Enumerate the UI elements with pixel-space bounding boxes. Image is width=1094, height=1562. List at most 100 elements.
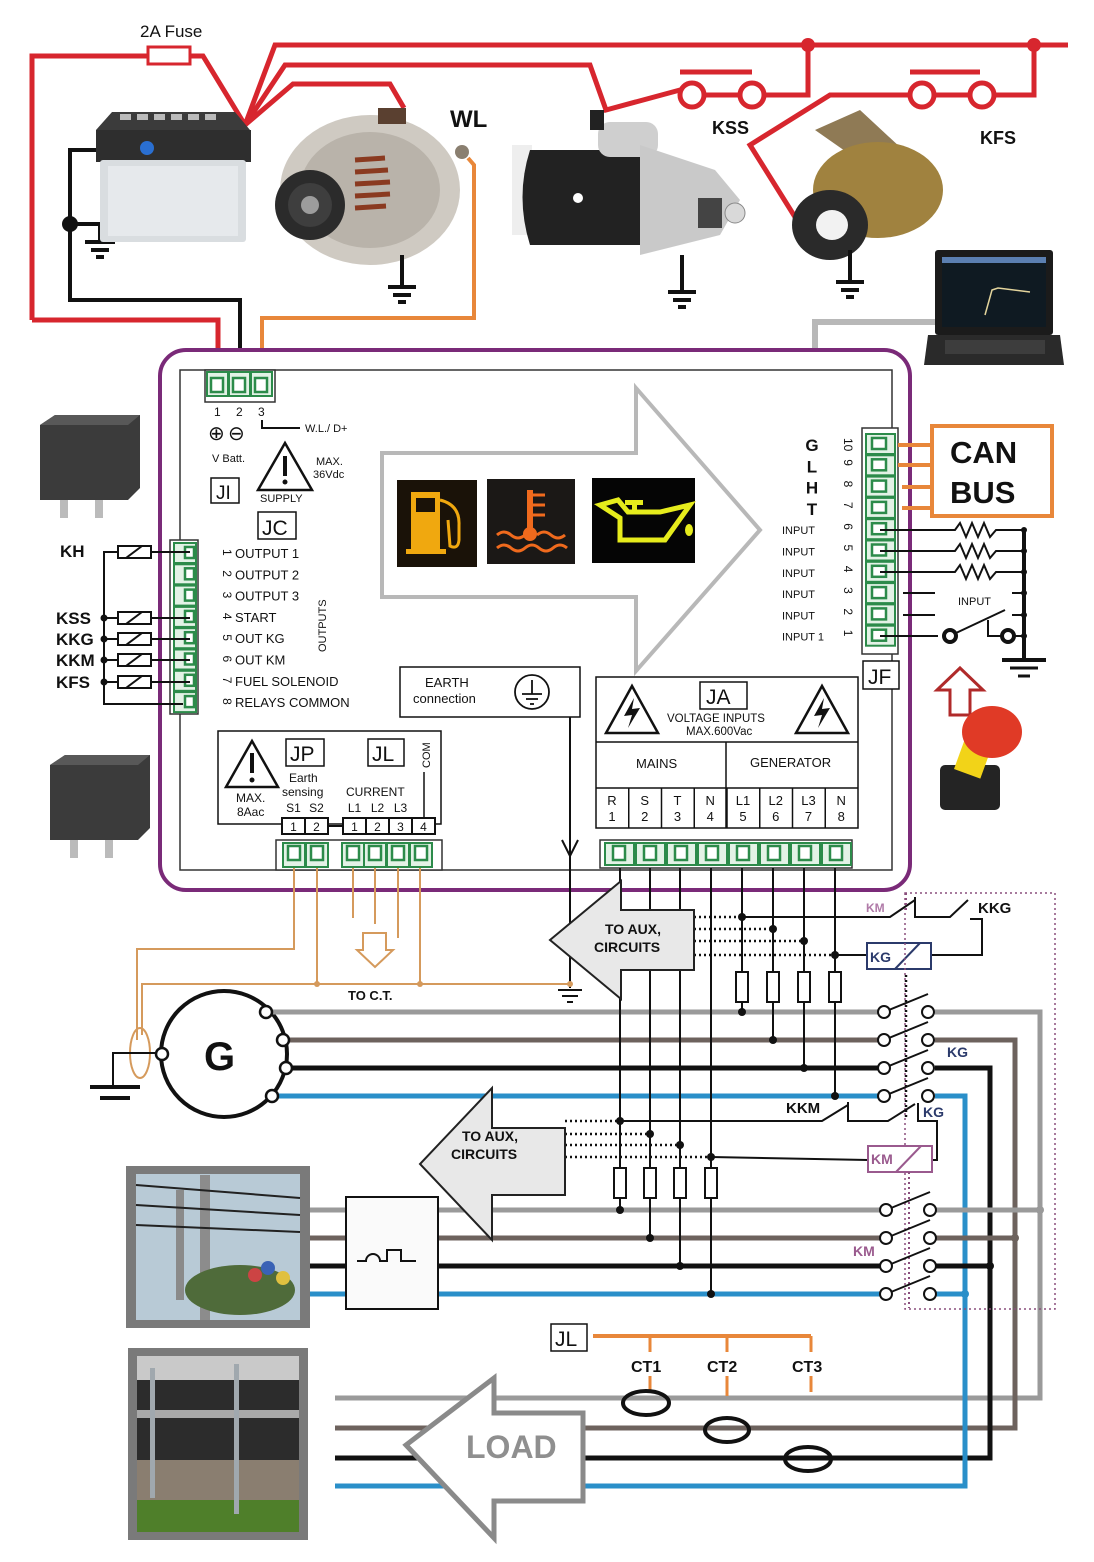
supply-max-label: MAX. (316, 456, 343, 468)
terminal-screw-icon (828, 844, 844, 862)
can-signal-label: G (805, 436, 818, 455)
output-pin-number: 8 (220, 698, 234, 705)
coolant-temperature-icon (487, 479, 575, 564)
fuse-label: 2A Fuse (140, 22, 202, 41)
alternator-image (275, 108, 469, 304)
input-pin-label: INPUT 1 (782, 632, 824, 644)
kg-coil-label: KG (870, 949, 891, 965)
ct1-label: CT1 (631, 1359, 661, 1376)
voltage-pin-number: 2 (641, 809, 648, 824)
km-contacts-label: KM (853, 1243, 875, 1259)
to-ct-label: TO C.T. (348, 988, 393, 1003)
input-pin-number: 3 (841, 587, 855, 594)
supply-pin-2: 2 (236, 405, 243, 419)
fuel-solenoid-image (792, 110, 943, 299)
voltage-pin-number: 5 (739, 809, 746, 824)
aux-circuits-arrow-mains (418, 1085, 566, 1243)
output-pin-number: 6 (220, 656, 234, 663)
aux-mains-label-1: TO AUX, (462, 1128, 518, 1144)
output-pin-number: 3 (220, 592, 234, 599)
connector-jl: JL (372, 743, 394, 766)
load-building-image (128, 1348, 308, 1540)
aux-mains-label-2: CIRCUITS (451, 1146, 517, 1162)
ct-leads (593, 1334, 813, 1396)
terminal-screw-icon (183, 609, 196, 624)
input-pin-number: 8 (841, 481, 855, 488)
input-pin-label: INPUT (782, 525, 815, 537)
terminal-screw-icon (870, 458, 888, 472)
terminal-screw-icon (870, 607, 888, 621)
voltage-pin-name: S (640, 793, 649, 808)
terminal-screw-icon (286, 844, 302, 862)
emergency-stop-arrow-icon (933, 665, 987, 717)
connector-ja: JA (706, 686, 731, 709)
terminal-screw-icon (673, 844, 689, 862)
can-bus-label-2: BUS (950, 475, 1015, 510)
current-pin-name: S1 (286, 801, 301, 815)
generator-symbol (90, 989, 289, 1119)
generator-label-g: G (204, 1035, 235, 1079)
kkm-label: KKM (786, 1100, 820, 1117)
can-signal-label: T (807, 500, 818, 519)
earth-label-1: EARTH (425, 675, 469, 690)
battery-image (96, 112, 251, 242)
output-pin-number: 4 (220, 613, 234, 620)
fuel-pump-icon (397, 480, 477, 567)
input-pin-number: 4 (841, 566, 855, 573)
earth-sensing-1: Earth (289, 771, 318, 785)
current-pin-number: 1 (351, 820, 358, 834)
relay-kfs-label: KFS (56, 673, 90, 692)
output-pin-number: 7 (220, 677, 234, 684)
input-pin-label: INPUT (782, 610, 815, 622)
terminal-screw-icon (309, 844, 325, 862)
can-bus-label-1: CAN (950, 435, 1017, 470)
relay-image-bottom (50, 755, 150, 858)
fuse-2a (146, 45, 192, 66)
output-pin-label: OUTPUT 2 (235, 567, 299, 582)
current-max-label: MAX. (236, 791, 265, 805)
terminal-screw-icon (611, 844, 627, 862)
current-pin-number: 2 (313, 820, 320, 834)
output-pin-label: OUTPUT 1 (235, 546, 299, 561)
current-pin-name: L1 (348, 801, 362, 815)
emergency-stop-button-image[interactable] (940, 706, 1022, 810)
terminal-screw-icon (642, 844, 658, 862)
terminal-screw-icon (345, 844, 361, 862)
earth-sensing-2: sensing (282, 785, 323, 799)
voltage-pin-name: N (837, 793, 846, 808)
relay-kkg-label: KKG (56, 630, 94, 649)
oil-pressure-icon (592, 478, 696, 563)
input-pin-label: INPUT (782, 589, 815, 601)
aux-gen-label-2: CIRCUITS (594, 939, 660, 955)
input-pin-label: INPUT (782, 547, 815, 559)
output-pin-label: START (235, 610, 276, 625)
terminal-screw-icon (367, 844, 383, 862)
terminal-screw-icon (183, 588, 196, 602)
negative-icon: ⊖ (228, 423, 245, 445)
input-contact-label: INPUT (958, 596, 991, 608)
output-pin-label: OUT KM (235, 653, 285, 668)
terminal-screw-icon (704, 844, 720, 862)
positive-icon: ⊕ (208, 423, 225, 445)
earth-symbol-icon (514, 674, 550, 710)
voltage-pin-name: N (706, 793, 715, 808)
input-pin-number: 1 (841, 630, 855, 637)
connector-ji: JI (216, 483, 231, 504)
supply-pin-3: 3 (258, 405, 265, 419)
earth-label-2: connection (413, 691, 476, 706)
supply-max-value: 36Vdc (313, 469, 345, 481)
terminal-screw-icon (183, 694, 196, 709)
voltage-pin-name: L3 (801, 793, 815, 808)
output-pin-label: RELAYS COMMON (235, 695, 350, 710)
input-pin-label: INPUT (782, 568, 815, 580)
outputs-section-label: OUTPUTS (317, 599, 329, 652)
voltage-pin-number: 4 (707, 809, 714, 824)
wl-d-label: W.L./ D+ (305, 423, 348, 435)
kkg-label: KKG (978, 900, 1011, 917)
mains-filter-box (345, 1196, 439, 1310)
terminal-screw-icon (870, 500, 888, 515)
ct2-label: CT2 (707, 1359, 737, 1376)
kfs-top-label: KFS (980, 128, 1016, 148)
voltage-title: VOLTAGE INPUTS (667, 713, 765, 725)
connector-jc: JC (262, 517, 288, 540)
